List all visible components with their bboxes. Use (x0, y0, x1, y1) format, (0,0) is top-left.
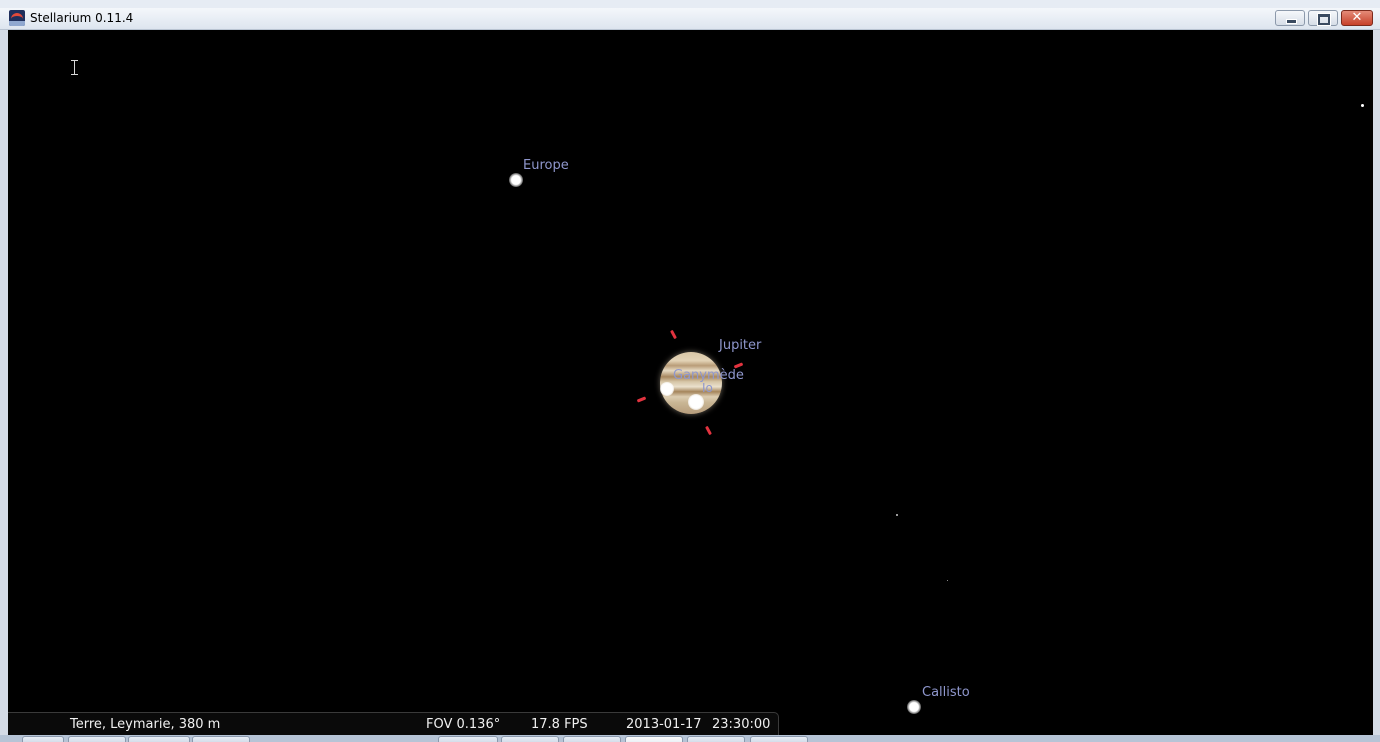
fps-readout: 17.8 FPS (531, 717, 588, 732)
taskbar-button[interactable] (192, 736, 250, 742)
selection-reticle-mark (705, 425, 712, 436)
status-bar: Terre, Leymarie, 380 m FOV 0.136° 17.8 F… (8, 712, 779, 735)
jupiter-label: Jupiter (719, 338, 762, 353)
taskbar-button[interactable] (438, 736, 498, 742)
window-frame-right (1373, 30, 1380, 742)
stellarium-window: Stellarium 0.11.4 ✕ Europe Jupiter Ganym… (0, 0, 1380, 742)
taskbar-button[interactable] (625, 736, 683, 742)
star[interactable] (1361, 104, 1364, 107)
close-button[interactable]: ✕ (1341, 10, 1373, 26)
selection-reticle-mark (670, 329, 677, 340)
close-icon: ✕ (1351, 10, 1363, 25)
window-title: Stellarium 0.11.4 (30, 11, 134, 25)
europe-moon[interactable] (509, 173, 523, 187)
callisto-label: Callisto (922, 685, 970, 700)
io-label: Io (702, 381, 713, 395)
date-readout: 2013-01-17 (626, 717, 702, 732)
io-moon[interactable] (688, 394, 704, 410)
callisto-moon[interactable] (907, 700, 921, 714)
taskbar-button[interactable] (750, 736, 808, 742)
star[interactable] (896, 514, 898, 516)
stellarium-app-icon[interactable] (9, 10, 25, 26)
taskbar-button[interactable] (563, 736, 621, 742)
time-readout: 23:30:00 (712, 717, 771, 732)
text-cursor-icon (70, 60, 80, 76)
taskbar-button[interactable] (22, 736, 64, 742)
taskbar-button[interactable] (687, 736, 745, 742)
maximize-icon (1318, 14, 1330, 25)
minimize-button[interactable] (1275, 10, 1305, 26)
location-readout: Terre, Leymarie, 380 m (70, 717, 221, 732)
window-frame-left (0, 30, 8, 742)
taskbar-button[interactable] (128, 736, 190, 742)
fov-readout: FOV 0.136° (426, 717, 501, 732)
taskbar-button[interactable] (68, 736, 126, 742)
ganymede-moon[interactable] (660, 382, 674, 396)
minimize-icon (1286, 19, 1297, 24)
europe-label: Europe (523, 158, 569, 173)
selection-reticle-mark (636, 396, 647, 403)
title-bar[interactable]: Stellarium 0.11.4 ✕ (0, 8, 1380, 30)
maximize-button[interactable] (1308, 10, 1338, 26)
taskbar[interactable] (0, 735, 1380, 742)
sky-view[interactable]: Europe Jupiter Ganymède Io Callisto Terr… (8, 30, 1373, 735)
star[interactable] (947, 580, 948, 581)
taskbar-button[interactable] (501, 736, 559, 742)
